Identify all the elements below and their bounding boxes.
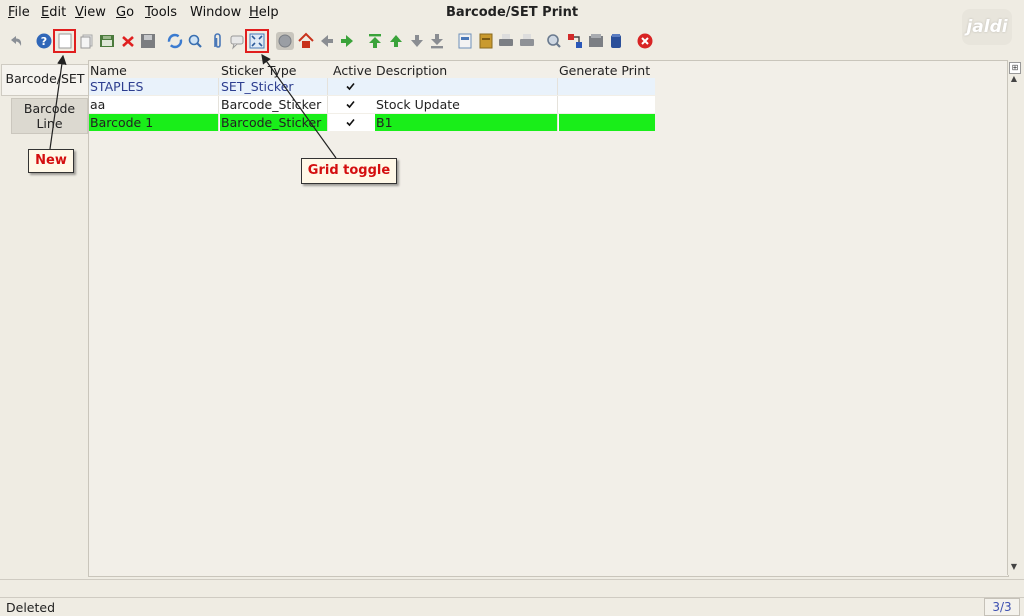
delete-icon[interactable] bbox=[119, 32, 137, 50]
history-icon[interactable] bbox=[276, 32, 294, 50]
archive-icon[interactable] bbox=[477, 32, 495, 50]
exit-icon[interactable] bbox=[636, 32, 654, 50]
previous-record-icon[interactable] bbox=[387, 32, 405, 50]
cell-description[interactable] bbox=[375, 78, 558, 95]
menu-view[interactable]: View bbox=[75, 5, 106, 20]
cell-name[interactable]: STAPLES bbox=[89, 78, 219, 95]
cell-generate-print[interactable] bbox=[559, 96, 655, 113]
cell-generate-print[interactable] bbox=[559, 114, 655, 131]
table-row-selected[interactable]: Barcode 1 Barcode_Sticker B1 bbox=[89, 114, 655, 131]
menu-help[interactable]: Help bbox=[249, 5, 279, 20]
status-message: Deleted bbox=[6, 600, 56, 615]
column-header-sticker-type[interactable]: Sticker Type bbox=[221, 63, 297, 78]
print-preview-icon[interactable] bbox=[497, 32, 515, 50]
menu-bar: File Edit View Go Tools Window Help Barc… bbox=[0, 0, 1024, 45]
cell-sticker-type[interactable]: Barcode_Sticker bbox=[220, 114, 328, 131]
cell-name[interactable]: Barcode 1 bbox=[89, 114, 219, 131]
scroll-up-icon[interactable]: ▲ bbox=[1009, 74, 1019, 84]
menu-file[interactable]: File bbox=[8, 5, 30, 20]
column-chooser-icon[interactable]: ⊞ bbox=[1009, 62, 1021, 74]
active-checkbox[interactable] bbox=[346, 100, 355, 109]
detail-tab-strip: Barcode/SET Barcode Line bbox=[0, 60, 88, 578]
column-header-generate-print[interactable]: Generate Print bbox=[559, 63, 650, 78]
menu-go[interactable]: Go bbox=[116, 5, 134, 20]
menu-edit[interactable]: Edit bbox=[41, 5, 66, 20]
report-icon[interactable] bbox=[456, 32, 474, 50]
table-row[interactable]: aa Barcode_Sticker Stock Update bbox=[89, 96, 655, 113]
help-icon[interactable]: ? bbox=[35, 32, 53, 50]
next-record-icon[interactable] bbox=[408, 32, 426, 50]
status-separator bbox=[0, 579, 1024, 596]
menu-window[interactable]: Window bbox=[190, 5, 241, 20]
svg-text:?: ? bbox=[41, 35, 47, 48]
first-record-icon[interactable] bbox=[366, 32, 384, 50]
menu-tools[interactable]: Tools bbox=[145, 5, 177, 20]
grid-toggle-highlight-box bbox=[245, 29, 269, 53]
toolbar: ? bbox=[0, 27, 1024, 57]
find-icon[interactable] bbox=[186, 32, 204, 50]
scroll-down-icon[interactable]: ▼ bbox=[1009, 562, 1019, 572]
cell-generate-print[interactable] bbox=[559, 78, 655, 95]
record-grid: Name Sticker Type Active Description Gen… bbox=[88, 60, 1009, 577]
last-record-icon[interactable] bbox=[428, 32, 446, 50]
refresh-icon[interactable] bbox=[166, 32, 184, 50]
undo-icon[interactable] bbox=[7, 32, 25, 50]
home-icon[interactable] bbox=[297, 32, 315, 50]
cell-sticker-type[interactable]: Barcode_Sticker bbox=[220, 96, 328, 113]
column-header-name[interactable]: Name bbox=[90, 63, 127, 78]
column-header-description[interactable]: Description bbox=[376, 63, 447, 78]
copy-record-icon[interactable] bbox=[78, 32, 96, 50]
status-bar: Deleted 3/3 bbox=[0, 597, 1024, 616]
forward-icon[interactable] bbox=[338, 32, 356, 50]
grid-toggle-callout: Grid toggle bbox=[301, 158, 397, 184]
save-icon[interactable] bbox=[98, 32, 116, 50]
tab-barcode-line-label-1: Barcode bbox=[23, 101, 76, 116]
active-checkbox[interactable] bbox=[346, 118, 355, 127]
grid-header: Name Sticker Type Active Description Gen… bbox=[89, 61, 1008, 78]
tab-barcode-line-label-2: Line bbox=[36, 116, 63, 131]
cell-sticker-type[interactable]: SET_Sticker bbox=[220, 78, 328, 95]
record-count[interactable]: 3/3 bbox=[984, 598, 1020, 616]
cell-name[interactable]: aa bbox=[89, 96, 219, 113]
request-icon[interactable] bbox=[587, 32, 605, 50]
save-disk-icon[interactable] bbox=[139, 32, 157, 50]
new-highlight-box bbox=[53, 29, 76, 53]
workflow-icon[interactable] bbox=[566, 32, 584, 50]
cell-description[interactable]: B1 bbox=[375, 114, 558, 131]
table-row[interactable]: STAPLES SET_Sticker bbox=[89, 78, 655, 95]
attachment-icon[interactable] bbox=[208, 32, 226, 50]
print-icon[interactable] bbox=[518, 32, 536, 50]
active-checkbox[interactable] bbox=[346, 82, 355, 91]
product-info-icon[interactable] bbox=[607, 32, 625, 50]
column-header-active[interactable]: Active bbox=[333, 63, 372, 78]
tab-barcode-set[interactable]: Barcode/SET bbox=[1, 64, 88, 96]
new-callout: New bbox=[28, 149, 74, 173]
vertical-scrollbar[interactable]: ⊞ ▲ ▼ bbox=[1007, 60, 1021, 575]
zoom-across-icon[interactable] bbox=[545, 32, 563, 50]
back-icon[interactable] bbox=[318, 32, 336, 50]
tab-barcode-line[interactable]: Barcode Line bbox=[11, 98, 88, 134]
cell-description[interactable]: Stock Update bbox=[375, 96, 558, 113]
